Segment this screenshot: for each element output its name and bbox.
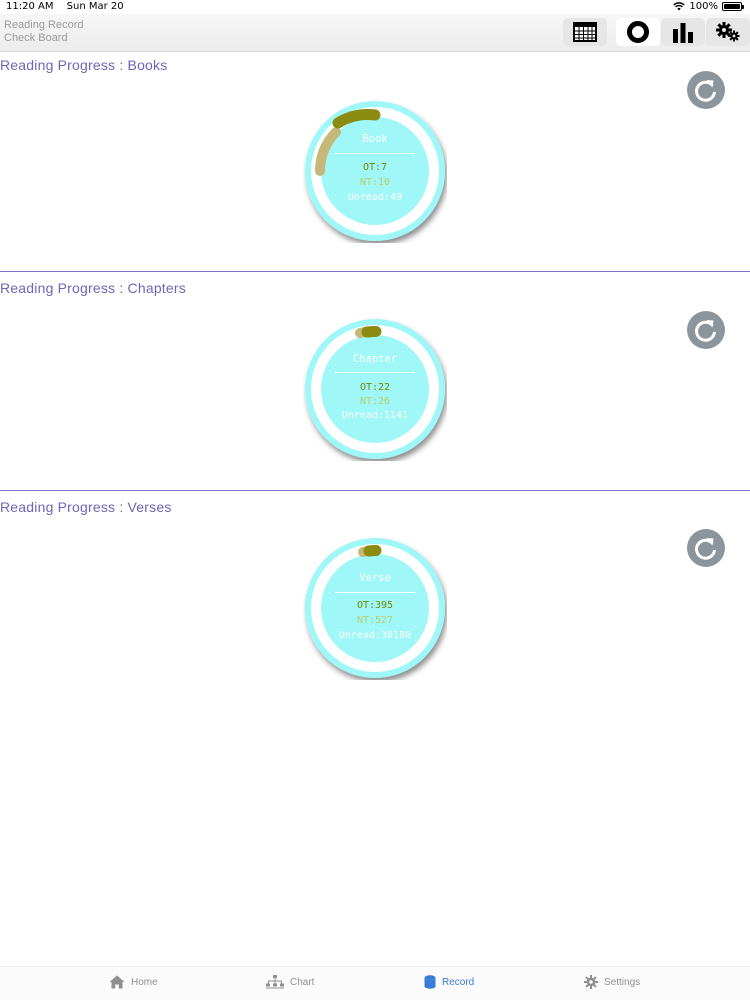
chapters-unread-count: Unread:1141 xyxy=(341,410,409,421)
status-right: 100% xyxy=(673,1,744,12)
verses-unread-count: Unread:30180 xyxy=(338,630,412,641)
status-time: 11:20 AM xyxy=(6,1,54,12)
reset-books-button[interactable] xyxy=(687,71,725,109)
nav-titles: Reading Record Check Board xyxy=(4,19,84,45)
status-left: 11:20 AM Sun Mar 20 xyxy=(6,1,134,12)
tab-record-label: Record xyxy=(442,976,475,988)
app-window: 11:20 AM Sun Mar 20 100% Reading Record … xyxy=(0,0,750,1000)
section-divider xyxy=(0,490,750,491)
ring-icon xyxy=(627,21,649,43)
verses-gauge-divider xyxy=(335,592,415,593)
tab-chart[interactable]: Chart xyxy=(266,975,314,989)
tab-settings[interactable]: Settings xyxy=(584,975,640,989)
chapters-ot-count: OT:22 xyxy=(359,382,391,393)
books-unread-count: Unread:49 xyxy=(347,192,403,203)
verses-gauge-title: Verse xyxy=(359,572,391,584)
database-icon xyxy=(424,975,436,989)
tab-chart-label: Chart xyxy=(290,976,315,988)
battery-percent: 100% xyxy=(689,1,718,12)
toolbar xyxy=(562,18,750,48)
tab-home[interactable]: Home xyxy=(109,975,158,989)
calendar-icon xyxy=(573,22,597,42)
chapters-ot-arc xyxy=(361,325,382,338)
refresh-icon xyxy=(695,320,716,342)
books-section: Reading Progress : Books Book OT:7 NT:10… xyxy=(0,57,750,271)
navigation-bar: Reading Record Check Board xyxy=(0,14,750,52)
chapters-nt-count: NT:26 xyxy=(359,396,391,407)
books-ot-count: OT:7 xyxy=(362,162,388,173)
reset-verses-button[interactable] xyxy=(687,529,725,567)
refresh-icon xyxy=(695,80,716,102)
chapters-section: Reading Progress : Chapters Chapter OT:2… xyxy=(0,280,750,490)
gears-icon xyxy=(716,22,740,42)
nav-subtitle: Check Board xyxy=(4,32,68,44)
books-gauge-divider xyxy=(335,153,415,154)
reset-chapters-button[interactable] xyxy=(687,311,725,349)
verses-ot-count: OT:395 xyxy=(356,600,394,611)
verses-ot-arc xyxy=(363,545,382,557)
section-title-verses: Reading Progress : Verses xyxy=(0,499,172,515)
refresh-icon xyxy=(695,538,716,560)
status-bar: 11:20 AM Sun Mar 20 100% xyxy=(0,0,750,14)
books-gauge: Book OT:7 NT:10 Unread:49 xyxy=(303,99,447,243)
tab-bar: Home Chart Record Settings xyxy=(0,966,750,1000)
section-title-chapters: Reading Progress : Chapters xyxy=(0,280,186,296)
books-gauge-title: Book xyxy=(362,133,388,145)
section-title-books: Reading Progress : Books xyxy=(0,57,168,73)
tab-settings-label: Settings xyxy=(604,976,641,988)
bar-chart-icon xyxy=(673,23,693,43)
home-icon xyxy=(109,975,125,989)
tab-home-label: Home xyxy=(131,976,158,988)
settings-gears-button[interactable] xyxy=(706,18,750,46)
section-divider xyxy=(0,271,750,272)
chapters-gauge: Chapter OT:22 NT:26 Unread:1141 xyxy=(303,317,447,461)
sitemap-icon xyxy=(266,975,284,989)
battery-icon xyxy=(722,2,744,11)
ring-view-button[interactable] xyxy=(616,18,660,46)
books-nt-count: NT:10 xyxy=(359,177,391,188)
verses-nt-count: NT:527 xyxy=(356,615,394,626)
nav-title: Reading Record xyxy=(4,19,84,31)
wifi-icon xyxy=(673,2,686,11)
bar-chart-button[interactable] xyxy=(661,18,705,46)
gear-icon xyxy=(584,975,598,989)
verses-gauge: Verse OT:395 NT:527 Unread:30180 xyxy=(303,536,447,680)
tab-record[interactable]: Record xyxy=(424,975,474,989)
verses-section: Reading Progress : Verses Verse OT:395 N… xyxy=(0,499,750,699)
chapters-gauge-title: Chapter xyxy=(352,353,398,365)
status-date: Sun Mar 20 xyxy=(66,1,124,12)
calendar-button[interactable] xyxy=(563,18,607,46)
chapters-gauge-divider xyxy=(335,372,415,373)
